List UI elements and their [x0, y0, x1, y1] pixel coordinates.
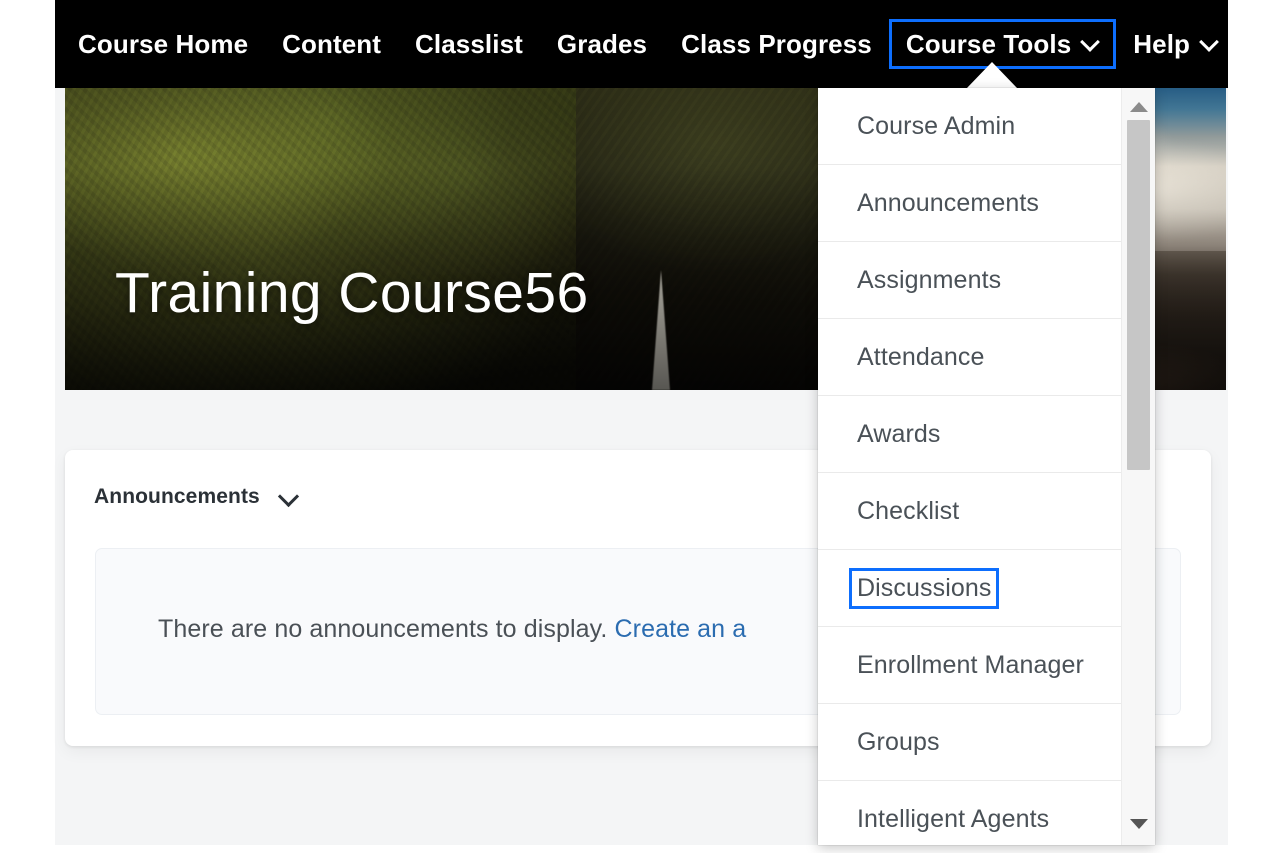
- menu-label-awards: Awards: [857, 419, 941, 448]
- nav-label-course-home: Course Home: [78, 28, 249, 59]
- menu-label-intelligent-agents: Intelligent Agents: [857, 805, 1050, 833]
- course-title: Training Course56: [115, 261, 589, 325]
- menu-label-checklist: Checklist: [857, 496, 960, 525]
- menu-label-enrollment-manager: Enrollment Manager: [857, 650, 1084, 679]
- menu-label-groups: Groups: [857, 727, 940, 756]
- chevron-down-icon-help: [1201, 33, 1218, 50]
- nav-label-class-progress: Class Progress: [681, 28, 872, 59]
- menu-item-announcements[interactable]: Announcements: [818, 165, 1121, 242]
- nav-label-grades: Grades: [556, 28, 648, 59]
- empty-message-text: There are no announcements to display.: [158, 615, 615, 643]
- menu-item-attendance[interactable]: Attendance: [818, 319, 1121, 396]
- menu-label-discussions: Discussions: [849, 567, 1000, 609]
- menu-item-discussions[interactable]: Discussions: [818, 550, 1121, 627]
- announcements-title: Announcements: [94, 485, 260, 508]
- scrollbar-thumb[interactable]: [1127, 120, 1150, 470]
- menu-label-assignments: Assignments: [857, 265, 1002, 294]
- create-announcement-link[interactable]: Create an a: [615, 615, 747, 643]
- nav-label-content: Content: [282, 28, 382, 59]
- scrollbar-up-arrow[interactable]: [1122, 92, 1155, 122]
- app-root: Training Course56 Announcements There ar…: [0, 0, 1280, 853]
- nav-item-course-home[interactable]: Course Home: [61, 19, 265, 70]
- nav-item-class-progress[interactable]: Class Progress: [664, 19, 889, 70]
- scrollbar-down-arrow[interactable]: [1122, 809, 1155, 839]
- menu-label-attendance: Attendance: [857, 342, 985, 371]
- menu-item-groups[interactable]: Groups: [818, 704, 1121, 781]
- nav-item-content[interactable]: Content: [265, 19, 398, 70]
- nav-item-classlist[interactable]: Classlist: [398, 19, 540, 70]
- dropdown-pointer-arrow: [966, 62, 1018, 89]
- dropdown-scrollbar[interactable]: [1121, 88, 1155, 845]
- course-navbar: Course Home Content Classlist Grades Cla…: [55, 0, 1228, 88]
- menu-item-assignments[interactable]: Assignments: [818, 242, 1121, 319]
- nav-label-help: Help: [1133, 28, 1191, 59]
- menu-item-checklist[interactable]: Checklist: [818, 473, 1121, 550]
- triangle-down-icon: [1130, 819, 1148, 829]
- course-tools-menu-list: Course Admin Announcements Assignments A…: [818, 88, 1121, 845]
- course-tools-dropdown: Course Admin Announcements Assignments A…: [818, 88, 1155, 845]
- menu-label-announcements: Announcements: [857, 188, 1039, 217]
- nav-item-help[interactable]: Help: [1116, 19, 1235, 70]
- nav-label-classlist: Classlist: [415, 28, 523, 59]
- chevron-down-icon-course-tools: [1082, 33, 1099, 50]
- menu-item-awards[interactable]: Awards: [818, 396, 1121, 473]
- nav-label-course-tools: Course Tools: [905, 28, 1072, 59]
- chevron-down-icon[interactable]: [278, 486, 300, 508]
- announcements-card-header: Announcements: [94, 485, 300, 509]
- announcements-empty-message: There are no announcements to display. C…: [158, 615, 746, 644]
- menu-item-enrollment-manager[interactable]: Enrollment Manager: [818, 627, 1121, 704]
- triangle-up-icon: [1130, 102, 1148, 112]
- menu-item-intelligent-agents[interactable]: Intelligent Agents: [818, 781, 1121, 845]
- nav-item-grades[interactable]: Grades: [540, 19, 664, 70]
- menu-label-course-admin: Course Admin: [857, 111, 1016, 140]
- menu-item-course-admin[interactable]: Course Admin: [818, 88, 1121, 165]
